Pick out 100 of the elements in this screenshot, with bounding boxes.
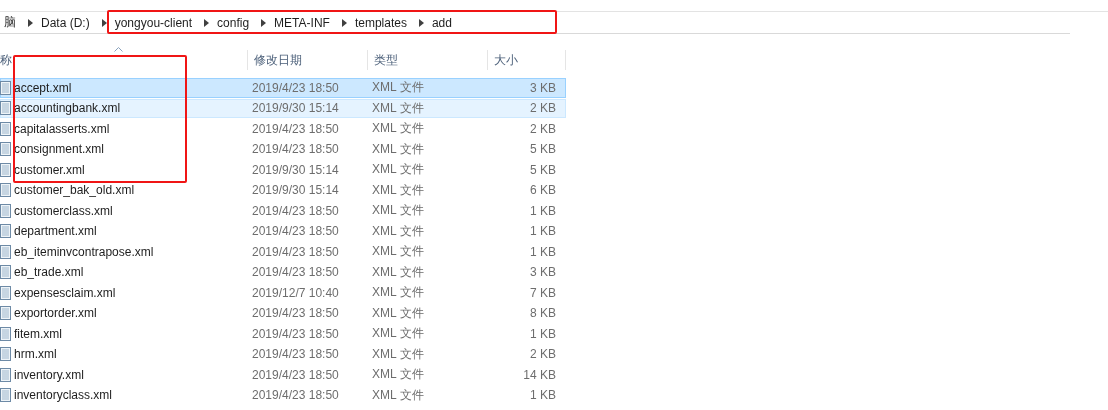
file-size: 1 KB [529,244,556,259]
file-size: 14 KB [522,367,556,382]
file-row[interactable]: consignment.xml 2019/4/23 18:50 XML 文件 5 KB [0,139,566,159]
breadcrumb-item[interactable]: 脑 [0,14,23,31]
file-row[interactable]: eb_trade.xml 2019/4/23 18:50 XML 文件 3 KB [0,262,566,282]
file-type: XML 文件 [372,140,425,158]
file-name: consignment.xml [13,142,106,157]
file-size: 5 KB [529,162,556,177]
breadcrumb-item[interactable]: Data (D:) [34,15,97,30]
file-type: XML 文件 [372,181,425,199]
file-type: XML 文件 [372,325,425,343]
file-icon [0,367,11,382]
file-row[interactable]: department.xml 2019/4/23 18:50 XML 文件 1 KB [0,221,566,241]
file-type: XML 文件 [372,386,425,404]
file-size: 1 KB [529,388,556,403]
file-size: 2 KB [529,101,556,116]
modified-date: 2019/4/23 18:50 [252,306,340,321]
file-icon [0,347,11,362]
file-type: XML 文件 [372,263,425,281]
chevron-icon[interactable] [28,18,33,27]
file-name: eb_trade.xml [13,265,85,280]
file-type: XML 文件 [372,222,425,240]
file-row[interactable]: eb_iteminvcontrapose.xml 2019/4/23 18:50 XML 文件 1 KB [0,242,566,262]
address-bar[interactable]: 脑 Data (D:) yongyou-client config META-INF templates add [0,12,1070,34]
file-icon [0,183,11,198]
file-row[interactable]: exportorder.xml 2019/4/23 18:50 XML 文件 8 KB [0,303,566,323]
chevron-icon[interactable] [418,18,424,27]
file-icon [0,285,11,300]
file-name: capitalasserts.xml [13,121,111,136]
file-name: hrm.xml [13,347,58,362]
column-header[interactable]: 称 [0,50,248,70]
chevron-icon[interactable] [261,18,267,27]
file-size: 8 KB [529,306,556,321]
file-size: 2 KB [529,121,556,136]
file-row[interactable]: inventory.xml 2019/4/23 18:50 XML 文件 14 KB [0,365,566,385]
chevron-icon[interactable] [101,18,107,27]
file-row[interactable]: customer.xml 2019/9/30 15:14 XML 文件 5 KB [0,160,566,180]
file-row[interactable]: accountingbank.xml 2019/9/30 15:14 XML 文件 2 KB [0,98,566,118]
file-size: 5 KB [529,142,556,157]
breadcrumb-item[interactable]: yongyou-client [107,15,200,30]
file-icon [0,80,11,95]
file-type: XML 文件 [372,243,425,261]
modified-date: 2019/4/23 18:50 [252,326,340,341]
file-row[interactable]: capitalasserts.xml 2019/4/23 18:50 XML 文件 2 KB [0,119,566,139]
file-icon [0,326,11,341]
breadcrumb-item[interactable]: config [210,15,257,30]
chevron-icon[interactable] [341,18,347,27]
file-name: fitem.xml [13,326,63,341]
file-size: 1 KB [529,203,556,218]
file-type: XML 文件 [372,202,425,220]
modified-date: 2019/9/30 15:14 [252,101,340,116]
modified-date: 2019/4/23 18:50 [252,265,340,280]
file-type: XML 文件 [372,161,425,179]
file-row[interactable]: expensesclaim.xml 2019/12/7 10:40 XML 文件 7 KB [0,283,566,303]
modified-date: 2019/4/23 18:50 [252,121,340,136]
modified-date: 2019/4/23 18:50 [252,224,340,239]
file-name: eb_iteminvcontrapose.xml [13,244,155,259]
modified-date: 2019/9/30 15:14 [252,162,340,177]
file-name: customer.xml [13,162,86,177]
file-icon [0,244,11,259]
column-header[interactable]: 大小 [488,50,566,70]
file-name: customer_bak_old.xml [13,183,136,198]
breadcrumb-item[interactable]: add [424,15,459,30]
file-icon [0,306,11,321]
breadcrumb-item[interactable]: META-INF [267,15,337,30]
breadcrumb-item[interactable]: templates [347,15,414,30]
modified-date: 2019/9/30 15:14 [252,183,340,198]
file-icon [0,142,11,157]
file-row[interactable]: inventoryclass.xml 2019/4/23 18:50 XML 文件 1 KB [0,385,566,405]
file-icon [0,203,11,218]
file-row[interactable]: hrm.xml 2019/4/23 18:50 XML 文件 2 KB [0,344,566,364]
file-row[interactable]: accept.xml 2019/4/23 18:50 XML 文件 3 KB [0,78,566,98]
file-name: inventory.xml [13,367,85,382]
modified-date: 2019/4/23 18:50 [252,347,340,362]
file-type: XML 文件 [372,99,425,117]
file-size: 1 KB [529,326,556,341]
file-name: accountingbank.xml [13,101,122,116]
modified-date: 2019/4/23 18:50 [252,367,340,382]
column-header[interactable]: 修改日期 [248,50,368,70]
file-name: customerclass.xml [13,203,114,218]
file-size: 3 KB [529,265,556,280]
file-icon [0,224,11,239]
chevron-icon[interactable] [204,18,210,27]
modified-date: 2019/4/23 18:50 [252,142,340,157]
file-type: XML 文件 [372,120,425,138]
file-type: XML 文件 [372,284,425,302]
modified-date: 2019/4/23 18:50 [252,244,340,259]
file-icon [0,265,11,280]
modified-date: 2019/4/23 18:50 [252,80,340,95]
file-row[interactable]: fitem.xml 2019/4/23 18:50 XML 文件 1 KB [0,324,566,344]
column-header[interactable]: 类型 [368,50,488,70]
modified-date: 2019/4/23 18:50 [252,203,340,218]
file-size: 2 KB [529,347,556,362]
modified-date: 2019/12/7 10:40 [252,285,340,300]
file-row[interactable]: customer_bak_old.xml 2019/9/30 15:14 XML 文件 6 KB [0,180,566,200]
file-icon [0,162,11,177]
file-icon [0,121,11,136]
file-icon [0,388,11,403]
file-row[interactable]: customerclass.xml 2019/4/23 18:50 XML 文件 1 KB [0,201,566,221]
file-icon [0,101,11,116]
